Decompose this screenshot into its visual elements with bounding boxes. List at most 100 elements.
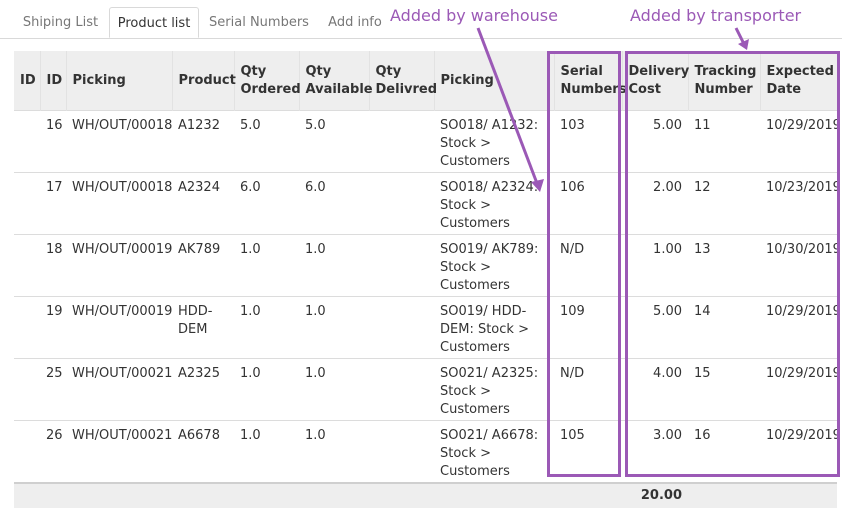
footer-cell: [172, 482, 234, 508]
cell-picking: WH/OUT/00018: [66, 172, 172, 235]
cell-qty-available: 1.0: [299, 296, 369, 359]
cell-qty-delivered: [369, 110, 434, 173]
cell-id: 17: [40, 172, 66, 235]
cell-delivery-cost: 1.00: [622, 234, 688, 297]
cell-id: 26: [40, 420, 66, 483]
header-delivery-cost[interactable]: Delivery Cost: [621, 51, 689, 111]
cell-delivery-cost: 3.00: [622, 420, 688, 483]
cell-expected-date: 10/29/2019: [760, 110, 841, 173]
cell-serial-number: N/D: [554, 358, 622, 421]
cell-qty-available: 5.0: [299, 110, 369, 173]
tab-shipping-list[interactable]: Shiping List: [13, 7, 108, 38]
cell-picking-2: SO018/ A2324: Stock > Customers: [434, 172, 554, 235]
footer-cell: [66, 482, 172, 508]
annotation-warehouse: Added by warehouse: [390, 6, 558, 25]
cell-delivery-cost: 2.00: [622, 172, 688, 235]
cell-delivery-cost: 5.00: [622, 296, 688, 359]
header-qty-available[interactable]: Qty Available: [298, 51, 373, 111]
table-row[interactable]: 19 WH/OUT/00019 HDD-DEM 1.0 1.0 SO019/ H…: [14, 296, 841, 359]
header-qty-ordered[interactable]: Qty Ordered: [233, 51, 301, 111]
cell-serial-number: 105: [554, 420, 622, 483]
cell-picking: WH/OUT/00018: [66, 110, 172, 173]
footer-cell: [14, 482, 40, 508]
cell-qty-available: 1.0: [299, 234, 369, 297]
cell-expected-date: 10/30/2019: [760, 234, 841, 297]
cell-qty-delivered: [369, 420, 434, 483]
transporter-arrow-head: [738, 39, 749, 50]
cell-expected-date: 10/29/2019: [760, 420, 841, 483]
cell-picking-2: SO021/ A2325: Stock > Customers: [434, 358, 554, 421]
cell-id: 25: [40, 358, 66, 421]
cell-tracking-number: 15: [688, 358, 760, 421]
cell-qty-ordered: 6.0: [234, 172, 299, 235]
footer-cell: [234, 482, 299, 508]
cell-qty-delivered: [369, 234, 434, 297]
header-id[interactable]: ID: [14, 51, 40, 111]
table-row[interactable]: 17 WH/OUT/00018 A2324 6.0 6.0 SO018/ A23…: [14, 172, 841, 235]
cell-select: [14, 172, 40, 235]
header-expected-date[interactable]: Expected Date: [759, 51, 837, 111]
header-serial-numbers[interactable]: Serial Numbers: [553, 51, 626, 111]
header-picking[interactable]: Picking: [65, 51, 172, 111]
cell-picking: WH/OUT/00021: [66, 358, 172, 421]
cell-picking: WH/OUT/00019: [66, 234, 172, 297]
cell-expected-date: 10/29/2019: [760, 358, 841, 421]
table-row[interactable]: 26 WH/OUT/00021 A6678 1.0 1.0 SO021/ A66…: [14, 420, 841, 483]
cell-product: HDD-DEM: [172, 296, 234, 359]
header-product[interactable]: Product: [171, 51, 236, 111]
cell-tracking-number: 12: [688, 172, 760, 235]
cell-picking: WH/OUT/00021: [66, 420, 172, 483]
cell-expected-date: 10/29/2019: [760, 296, 841, 359]
product-list-table: ID ID Picking Product Qty Ordered Qty Av…: [14, 51, 841, 508]
cell-delivery-cost: 4.00: [622, 358, 688, 421]
footer-cell: [688, 482, 760, 508]
annotation-transporter: Added by transporter: [630, 6, 802, 25]
cell-product: A1232: [172, 110, 234, 173]
cell-id: 19: [40, 296, 66, 359]
header-tracking-number[interactable]: Tracking Number: [687, 51, 760, 111]
cell-qty-delivered: [369, 296, 434, 359]
tab-add-info[interactable]: Add info: [320, 7, 390, 38]
cell-product: AK789: [172, 234, 234, 297]
cell-id: 16: [40, 110, 66, 173]
cell-serial-number: 106: [554, 172, 622, 235]
cell-qty-delivered: [369, 172, 434, 235]
table-row[interactable]: 25 WH/OUT/00021 A2325 1.0 1.0 SO021/ A23…: [14, 358, 841, 421]
cell-qty-available: 6.0: [299, 172, 369, 235]
header-qty-delivered[interactable]: Qty Delivred: [368, 51, 437, 111]
cell-qty-ordered: 1.0: [234, 358, 299, 421]
cell-id: 18: [40, 234, 66, 297]
cell-product: A2324: [172, 172, 234, 235]
cell-qty-ordered: 1.0: [234, 234, 299, 297]
cell-picking-2: SO019/ AK789: Stock > Customers: [434, 234, 554, 297]
cell-serial-number: 103: [554, 110, 622, 173]
cell-qty-ordered: 1.0: [234, 296, 299, 359]
header-id-2[interactable]: ID: [39, 51, 66, 111]
table-row[interactable]: 16 WH/OUT/00018 A1232 5.0 5.0 SO018/ A12…: [14, 110, 841, 173]
cell-picking: WH/OUT/00019: [66, 296, 172, 359]
cell-tracking-number: 13: [688, 234, 760, 297]
cell-select: [14, 358, 40, 421]
header-picking-2[interactable]: Picking: [433, 51, 554, 111]
cell-select: [14, 296, 40, 359]
cell-qty-ordered: 5.0: [234, 110, 299, 173]
cell-expected-date: 10/23/2019: [760, 172, 841, 235]
cell-picking-2: SO019/ HDD-DEM: Stock > Customers: [434, 296, 554, 359]
table-row[interactable]: 18 WH/OUT/00019 AK789 1.0 1.0 SO019/ AK7…: [14, 234, 841, 297]
cell-tracking-number: 14: [688, 296, 760, 359]
cell-delivery-cost: 5.00: [622, 110, 688, 173]
footer-cell: [40, 482, 66, 508]
tab-product-list[interactable]: Product list: [109, 7, 199, 38]
cell-tracking-number: 11: [688, 110, 760, 173]
footer-cell: [299, 482, 369, 508]
cell-qty-ordered: 1.0: [234, 420, 299, 483]
cell-picking-2: SO021/ A6678: Stock > Customers: [434, 420, 554, 483]
cell-select: [14, 420, 40, 483]
cell-product: A6678: [172, 420, 234, 483]
tab-serial-numbers[interactable]: Serial Numbers: [203, 7, 315, 38]
footer-cell: [434, 482, 554, 508]
cell-product: A2325: [172, 358, 234, 421]
cell-qty-available: 1.0: [299, 358, 369, 421]
table-header-row: ID ID Picking Product Qty Ordered Qty Av…: [14, 51, 837, 111]
cell-picking-2: SO018/ A1232: Stock > Customers: [434, 110, 554, 173]
